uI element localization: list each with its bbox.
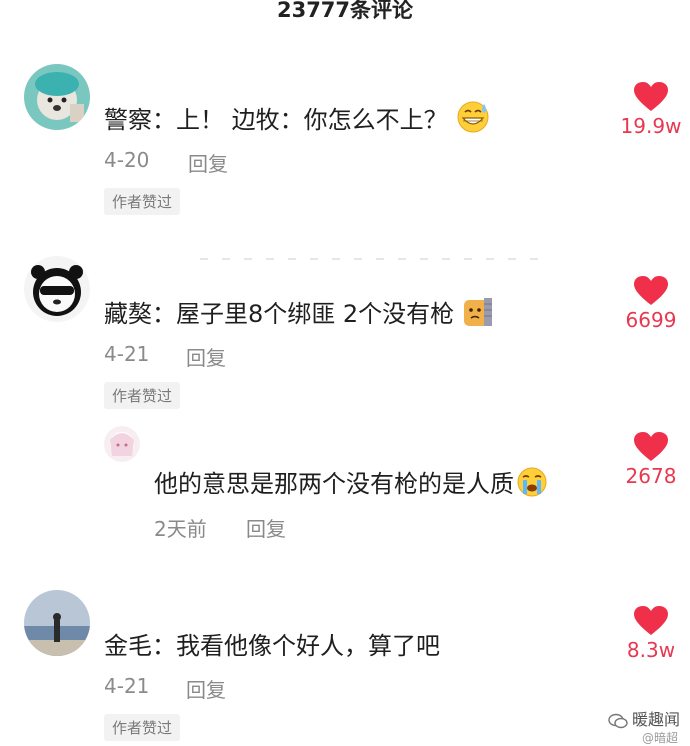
author-liked-badge: 作者赞过 — [104, 714, 181, 741]
comment-text: 警察：上！ 边牧：你怎么不上？ — [104, 100, 490, 135]
heart-icon — [634, 606, 668, 635]
like-button[interactable]: 2678 — [611, 432, 690, 488]
avatar-panda-image — [24, 256, 90, 322]
like-count: 19.9w — [620, 114, 682, 138]
like-count: 2678 — [625, 464, 677, 488]
reply-button[interactable]: 回复 — [186, 674, 226, 703]
comment-count-title: 23777条评论 — [276, 0, 414, 22]
avatar[interactable] — [24, 64, 90, 130]
author-liked-badge: 作者赞过 — [104, 382, 181, 409]
divider — [200, 258, 540, 260]
sweat-smile-emoji-icon — [457, 101, 489, 133]
avatar-beach-image — [24, 590, 90, 656]
reply-button[interactable]: 回复 — [186, 342, 226, 371]
avatar[interactable] — [104, 426, 140, 462]
comment-text: 藏獒：屋子里8个绑匪 2个没有枪 — [104, 294, 494, 329]
avatar-dog-image — [24, 64, 90, 130]
watermark: 暖趣闻 — [608, 706, 680, 730]
like-count: 6699 — [625, 308, 677, 332]
watermark-label: 暖趣闻 — [631, 710, 680, 729]
crying-face-emoji-icon — [517, 467, 547, 497]
avatar[interactable] — [24, 590, 90, 656]
like-button[interactable]: 8.3w — [611, 606, 690, 662]
heart-icon — [634, 82, 668, 111]
like-button[interactable]: 6699 — [611, 276, 690, 332]
like-count: 8.3w — [626, 638, 676, 662]
reply-button[interactable]: 回复 — [188, 148, 228, 177]
comment-date: 4-20 — [104, 148, 150, 172]
reply-button[interactable]: 回复 — [246, 513, 286, 542]
avatar-anime-girl-image — [104, 426, 140, 462]
comment-date: 4-21 — [104, 342, 150, 366]
wechat-icon — [608, 713, 628, 729]
like-button[interactable]: 19.9w — [611, 82, 690, 138]
avatar[interactable] — [24, 256, 90, 322]
comment-date: 4-21 — [104, 674, 150, 698]
comment-text: 他的意思是那两个没有枪的是人质 — [154, 464, 548, 499]
heart-icon — [634, 276, 668, 305]
watermark-handle: @暗超 — [641, 731, 678, 745]
comment-text: 金毛：我看他像个好人，算了吧 — [104, 632, 440, 660]
heart-icon — [634, 432, 668, 461]
dog-face-emoji-icon — [464, 298, 493, 326]
author-liked-badge: 作者赞过 — [104, 188, 181, 215]
comment-date: 2天前 — [154, 517, 207, 541]
